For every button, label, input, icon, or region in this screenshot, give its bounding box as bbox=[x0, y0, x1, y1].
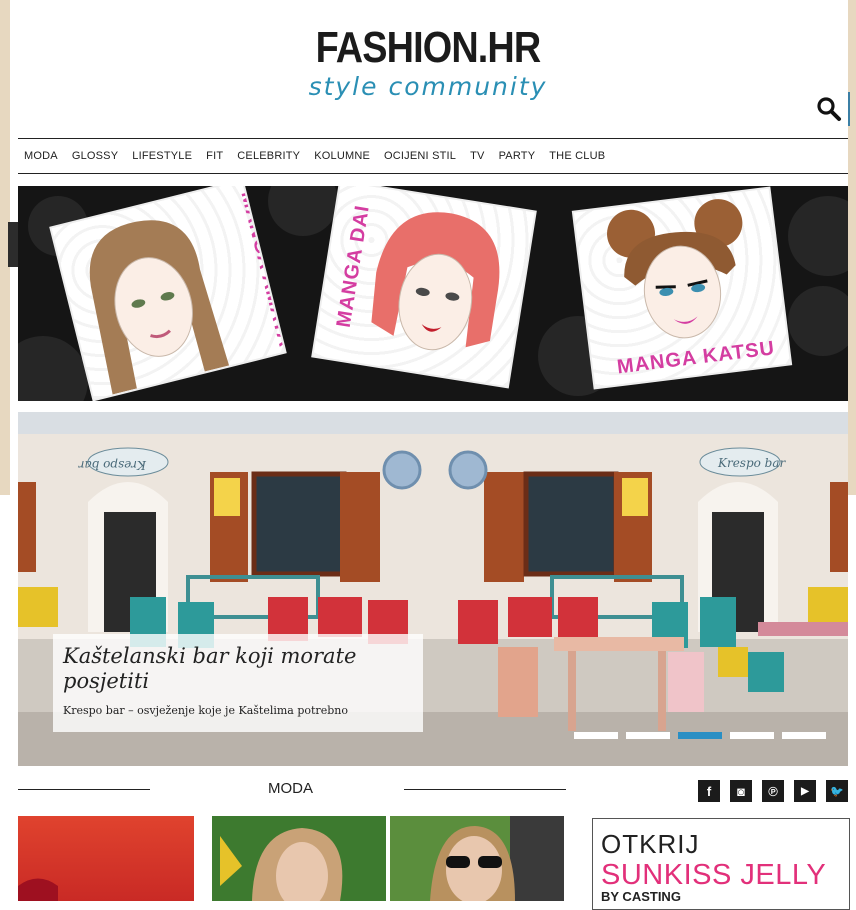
slider-dot-2[interactable] bbox=[626, 732, 670, 739]
nav-item-fit[interactable]: FIT bbox=[199, 150, 230, 162]
panda-decor bbox=[788, 286, 848, 356]
nav-item-lifestyle[interactable]: LIFESTYLE bbox=[125, 150, 199, 162]
slider-dot-3[interactable] bbox=[678, 732, 722, 739]
ad-product-name: SUNKISS JELLY bbox=[601, 859, 827, 891]
search-icon bbox=[817, 97, 841, 121]
nav-item-the-club[interactable]: THE CLUB bbox=[542, 150, 612, 162]
slider-pagination bbox=[574, 732, 826, 739]
article-thumbnail[interactable] bbox=[212, 816, 386, 901]
bar-sign-mirrored: Krespo bar bbox=[77, 458, 147, 472]
nav-item-moda[interactable]: MODA bbox=[18, 150, 65, 162]
hero-subtitle: Krespo bar – osvježenje koje je Kaštelim… bbox=[63, 704, 348, 717]
panda-decor bbox=[788, 196, 848, 276]
search-button[interactable] bbox=[810, 92, 850, 126]
nav-item-party[interactable]: PARTY bbox=[492, 150, 543, 162]
nav-item-kolumne[interactable]: KOLUMNE bbox=[307, 150, 377, 162]
thumbnail-image bbox=[212, 816, 386, 901]
advertisement-banner[interactable]: OTKRIJ SUNKISS JELLY BY CASTING bbox=[592, 818, 850, 910]
thumbnail-image bbox=[390, 816, 564, 901]
nav-item-glossy[interactable]: GLOSSY bbox=[65, 150, 125, 162]
nav-item-tv[interactable]: TV bbox=[463, 150, 491, 162]
face-illustration bbox=[607, 199, 743, 339]
hero-slider[interactable]: Krespo bar Krespo bar Kaštelanski bar ko… bbox=[18, 412, 848, 766]
site-logo[interactable]: FASHION.HR bbox=[60, 22, 796, 74]
thumbnail-image bbox=[18, 878, 58, 901]
section-divider-right bbox=[404, 789, 566, 790]
instagram-icon[interactable]: ◙ bbox=[730, 780, 752, 802]
manga-card-katsu[interactable]: MANGA KATSU bbox=[574, 188, 790, 388]
ad-brand: BY CASTING bbox=[601, 889, 681, 904]
bar-sign: Krespo bar bbox=[717, 456, 787, 470]
main-navigation: MODA GLOSSY LIFESTYLE FIT CELEBRITY KOLU… bbox=[18, 138, 848, 174]
site-tagline: style community bbox=[308, 72, 548, 101]
manga-banner[interactable]: MANGA AMAYA MANGA DAI MANGA KATSU bbox=[18, 186, 848, 401]
hero-caption[interactable]: Kaštelanski bar koji morate posjetiti Kr… bbox=[53, 634, 423, 732]
section-title[interactable]: MODA bbox=[268, 780, 313, 797]
manga-card-dai[interactable]: MANGA DAI bbox=[313, 186, 535, 387]
youtube-icon[interactable]: ▶ bbox=[794, 780, 816, 802]
panda-decor bbox=[268, 186, 338, 236]
facebook-icon[interactable]: f bbox=[698, 780, 720, 802]
pinterest-icon[interactable]: ℗ bbox=[762, 780, 784, 802]
section-divider-left bbox=[18, 789, 150, 790]
gutter-strip bbox=[8, 222, 18, 267]
slider-dot-4[interactable] bbox=[730, 732, 774, 739]
slider-dot-1[interactable] bbox=[574, 732, 618, 739]
hero-title[interactable]: Kaštelanski bar koji morate posjetiti bbox=[63, 644, 413, 694]
twitter-icon[interactable]: 🐦 bbox=[826, 780, 848, 802]
nav-item-celebrity[interactable]: CELEBRITY bbox=[230, 150, 307, 162]
article-thumbnail[interactable] bbox=[390, 816, 564, 901]
ad-headline: OTKRIJ bbox=[601, 829, 700, 859]
slider-dot-5[interactable] bbox=[782, 732, 826, 739]
article-thumbnail[interactable] bbox=[18, 816, 194, 901]
nav-item-ocijeni-stil[interactable]: OCIJENI STIL bbox=[377, 150, 463, 162]
panda-decor bbox=[18, 336, 88, 401]
